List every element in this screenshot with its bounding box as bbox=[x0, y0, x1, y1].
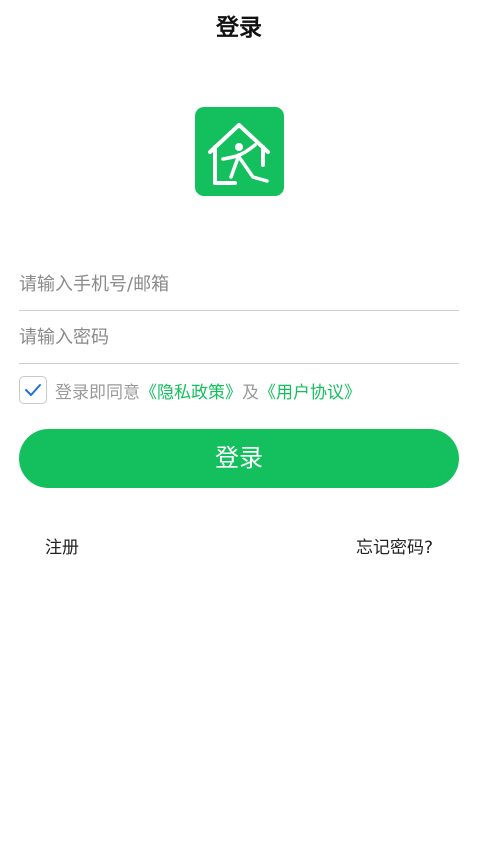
account-input[interactable] bbox=[19, 258, 459, 310]
agreement-joiner: 及 bbox=[242, 382, 259, 403]
house-person-logo-icon bbox=[208, 123, 270, 185]
agreement-row: 登录即同意 《隐私政策》 及 《用户协议》 bbox=[19, 374, 361, 406]
agreement-checkbox[interactable] bbox=[19, 376, 47, 404]
app-logo bbox=[195, 107, 284, 196]
agreement-prefix: 登录即同意 bbox=[55, 382, 140, 403]
privacy-policy-link[interactable]: 《隐私政策》 bbox=[140, 378, 242, 403]
register-link[interactable]: 注册 bbox=[45, 536, 79, 560]
password-input[interactable] bbox=[19, 311, 459, 363]
page-title: 登录 bbox=[216, 15, 262, 41]
forgot-password-link[interactable]: 忘记密码? bbox=[356, 536, 433, 560]
checkmark-icon bbox=[25, 384, 41, 396]
user-agreement-link[interactable]: 《用户协议》 bbox=[259, 378, 361, 403]
password-field bbox=[19, 311, 459, 364]
account-field bbox=[19, 258, 459, 311]
login-button[interactable]: 登录 bbox=[19, 429, 459, 488]
